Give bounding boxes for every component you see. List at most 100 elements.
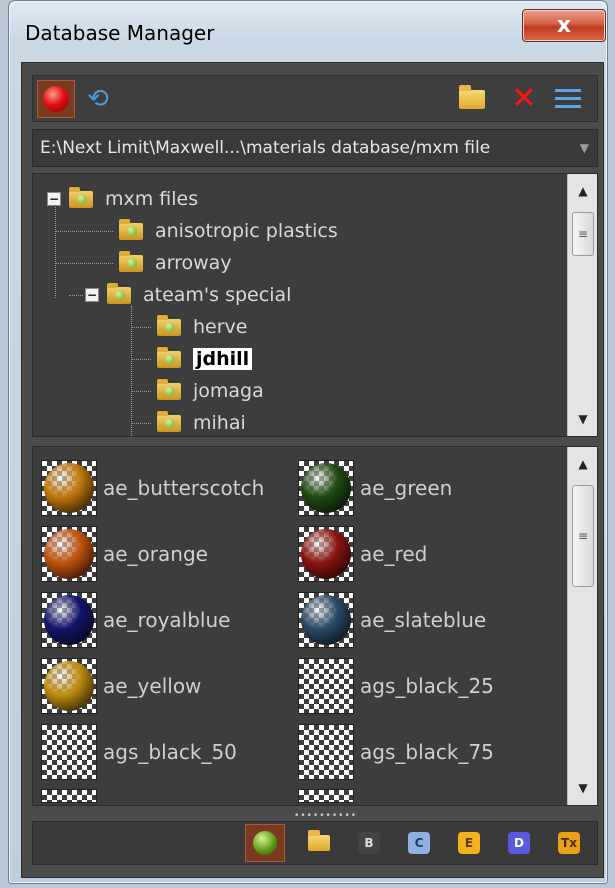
folder-icon xyxy=(157,314,181,336)
tree-connector xyxy=(55,263,113,264)
d-tab[interactable]: D xyxy=(499,824,539,862)
folder-icon xyxy=(119,250,143,272)
material-swatch xyxy=(298,724,354,780)
folder-icon xyxy=(119,218,143,240)
material-item[interactable]: ags_black_50 xyxy=(41,723,237,781)
c-icon: C xyxy=(408,832,430,854)
materials-tab[interactable] xyxy=(245,824,285,862)
tree-item-label: arroway xyxy=(155,252,232,274)
d-icon: D xyxy=(508,832,530,854)
tree-item-label: ateam's special xyxy=(143,284,292,306)
material-name: ae_butterscotch xyxy=(103,476,265,500)
tree-connector xyxy=(69,295,83,296)
material-name: ae_green xyxy=(360,476,453,500)
list-view-button[interactable] xyxy=(549,80,587,118)
close-button[interactable]: x xyxy=(522,9,606,42)
folder-icon xyxy=(459,84,485,109)
folder-icon xyxy=(157,410,181,432)
c-tab[interactable]: C xyxy=(399,824,439,862)
material-item[interactable]: ae_yellow xyxy=(41,657,201,715)
tree-connector xyxy=(55,198,56,298)
red-dot-icon xyxy=(43,86,69,112)
collapse-icon[interactable]: − xyxy=(47,192,61,206)
tree-item-label: anisotropic plastics xyxy=(155,220,338,242)
material-name: ags_black_75 xyxy=(360,740,494,764)
material-name: ae_slateblue xyxy=(360,608,487,632)
material-swatch xyxy=(41,460,97,516)
material-swatch xyxy=(298,592,354,648)
tree-item-ateams-special[interactable]: − ateam's special xyxy=(85,281,291,309)
tree-item-arroway[interactable]: arroway xyxy=(119,249,232,277)
window-title: Database Manager xyxy=(25,21,215,45)
material-item[interactable]: ags_black_75 xyxy=(298,723,494,781)
folder-tree: − mxm files anisotropic plastics arroway… xyxy=(32,173,598,437)
e-tab[interactable]: E xyxy=(449,824,489,862)
tree-scrollbar[interactable]: ▲ ≡ ▼ xyxy=(567,174,597,436)
tx-icon: Tx xyxy=(558,832,580,854)
close-icon: x xyxy=(556,13,572,38)
tree-connector xyxy=(131,423,151,424)
refresh-icon: ⟲ xyxy=(87,84,109,114)
record-button[interactable] xyxy=(37,80,75,118)
tree-item-anisotropic-plastics[interactable]: anisotropic plastics xyxy=(119,217,338,245)
material-swatch-partial xyxy=(298,789,354,803)
material-name: ae_orange xyxy=(103,542,208,566)
material-swatch-partial xyxy=(41,789,97,803)
material-name: ags_black_25 xyxy=(360,674,494,698)
b-icon: B xyxy=(358,832,380,854)
tree-item-herve[interactable]: herve xyxy=(157,313,247,341)
database-manager-window: Database Manager x ⟲ ✕ E:\Next Limit\Max… xyxy=(8,0,608,884)
material-item[interactable]: ae_green xyxy=(298,459,452,517)
green-sphere-icon xyxy=(253,831,277,855)
materials-grid: ae_butterscotch ae_green ae_orange ae_re… xyxy=(32,446,598,806)
b-tab[interactable]: B xyxy=(349,824,389,862)
close-icon: ✕ xyxy=(511,81,537,116)
folder-tab[interactable] xyxy=(299,824,339,862)
scroll-down-icon[interactable]: ▼ xyxy=(568,406,597,432)
open-folder-button[interactable] xyxy=(453,80,491,118)
material-swatch xyxy=(41,724,97,780)
material-item[interactable]: ags_black_25 xyxy=(298,657,494,715)
bottom-toolbar: B C E D Tx xyxy=(32,821,598,865)
tree-item-label: mxm files xyxy=(105,188,199,210)
tree-item-label: herve xyxy=(193,316,248,338)
material-item[interactable]: ae_orange xyxy=(41,525,208,583)
chevron-down-icon[interactable]: ▼ xyxy=(580,130,589,166)
material-swatch xyxy=(41,592,97,648)
list-icon xyxy=(555,86,581,112)
material-name: ae_royalblue xyxy=(103,608,231,632)
materials-scrollbar[interactable]: ▲ ≡ ▼ xyxy=(567,447,597,805)
material-name: ae_yellow xyxy=(103,674,202,698)
tree-item-jdhill[interactable]: jdhill xyxy=(157,345,253,373)
collapse-icon[interactable]: − xyxy=(85,288,99,302)
tree-connector xyxy=(131,327,151,328)
resize-grip[interactable]: •••••••••• xyxy=(294,811,357,821)
path-dropdown[interactable]: E:\Next Limit\Maxwell...\materials datab… xyxy=(32,129,598,167)
material-swatch xyxy=(298,526,354,582)
material-item[interactable]: ae_red xyxy=(298,525,427,583)
path-value: E:\Next Limit\Maxwell...\materials datab… xyxy=(40,138,491,158)
delete-button[interactable]: ✕ xyxy=(505,80,543,118)
folder-icon xyxy=(157,346,181,368)
material-sphere xyxy=(44,463,94,513)
scroll-up-icon[interactable]: ▲ xyxy=(568,451,597,477)
scroll-thumb[interactable]: ≡ xyxy=(572,212,594,256)
material-sphere xyxy=(44,595,94,645)
scroll-down-icon[interactable]: ▼ xyxy=(568,775,597,801)
tree-item-mihai[interactable]: mihai xyxy=(157,409,246,436)
material-sphere xyxy=(301,463,351,513)
tree-item-jomaga[interactable]: jomaga xyxy=(157,377,264,405)
refresh-button[interactable]: ⟲ xyxy=(79,80,117,118)
material-item[interactable]: ae_slateblue xyxy=(298,591,486,649)
toolbar: ⟲ ✕ xyxy=(32,75,598,122)
tx-tab[interactable]: Tx xyxy=(549,824,589,862)
material-swatch xyxy=(298,658,354,714)
scroll-thumb[interactable]: ≡ xyxy=(572,485,594,587)
tree-item-label: jomaga xyxy=(193,380,264,402)
material-sphere xyxy=(301,529,351,579)
material-item[interactable]: ae_butterscotch xyxy=(41,459,264,517)
material-item[interactable]: ae_royalblue xyxy=(41,591,230,649)
scroll-up-icon[interactable]: ▲ xyxy=(568,178,597,204)
folder-icon xyxy=(308,830,330,851)
tree-item-mxm-files[interactable]: − mxm files xyxy=(47,185,198,213)
